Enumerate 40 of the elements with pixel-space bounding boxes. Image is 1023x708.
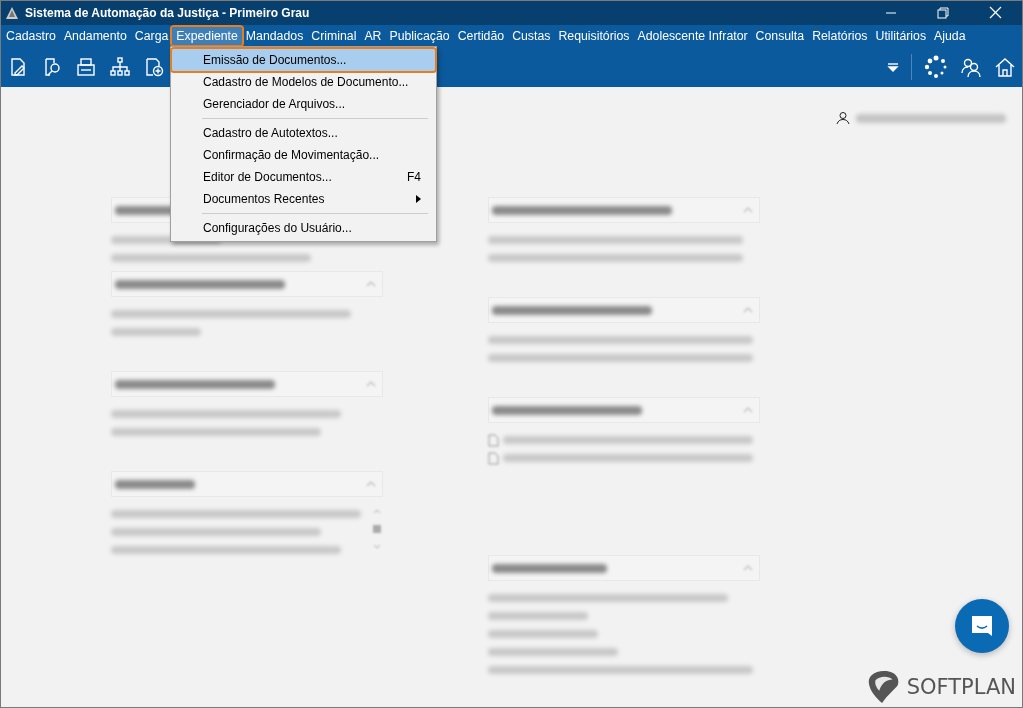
menu-item[interactable]: Custas <box>508 27 555 45</box>
menu-item[interactable]: Utilitários <box>871 27 931 45</box>
menu-item[interactable]: AR <box>360 27 386 45</box>
menu-item[interactable]: Cadastro <box>2 27 60 45</box>
menu-option[interactable]: Cadastro de Autotextos... <box>172 122 435 144</box>
dropdown-icon[interactable] <box>887 61 899 73</box>
users-icon[interactable] <box>960 56 982 78</box>
loading-icon[interactable] <box>924 55 948 79</box>
printer-icon[interactable] <box>75 56 97 78</box>
menu-item[interactable]: Ajuda <box>930 27 970 45</box>
user-icon <box>836 111 850 125</box>
menu-option[interactable]: Documentos Recentes <box>172 188 435 210</box>
menu-item[interactable]: Andamento <box>59 27 131 45</box>
menu-item[interactable]: Publicação <box>385 27 454 45</box>
menu-item[interactable]: Criminal <box>307 27 361 45</box>
document-icon <box>488 451 499 465</box>
submenu-arrow-icon <box>416 195 421 203</box>
menu-option[interactable]: Emissão de Documentos... <box>172 49 435 71</box>
chat-button[interactable] <box>955 599 1009 653</box>
hierarchy-icon[interactable] <box>109 56 131 78</box>
add-document-icon[interactable] <box>143 56 165 78</box>
menu-item[interactable]: Expediente <box>172 27 242 45</box>
document-icon <box>488 433 499 447</box>
home-icon[interactable] <box>994 56 1016 78</box>
menu-item[interactable]: Carga <box>130 27 173 45</box>
app-logo-icon <box>5 6 19 20</box>
menu-item[interactable]: Relatórios <box>808 27 872 45</box>
chat-icon <box>969 613 995 639</box>
menu-option[interactable]: Confirmação de Movimentação... <box>172 144 435 166</box>
menu-option[interactable]: Gerenciador de Arquivos... <box>172 93 435 115</box>
menu-item[interactable]: Requisitórios <box>554 27 634 45</box>
menu-option[interactable]: Cadastro de Modelos de Documento... <box>172 71 435 93</box>
window-title: Sistema de Automação da Justiça - Primeiro Grau <box>25 6 311 20</box>
menu-item[interactable]: Certidão <box>453 27 509 45</box>
menu-item[interactable]: Mandados <box>241 27 308 45</box>
menu-item[interactable]: Adolescente Infrator <box>633 27 752 45</box>
logo-text: SOFTPLAN <box>906 675 1016 699</box>
menu-item[interactable]: Consulta <box>751 27 809 45</box>
menu-option[interactable]: Editor de Documentos... F4 <box>172 166 435 188</box>
menu-option[interactable]: Configurações do Usuário... <box>172 217 435 239</box>
